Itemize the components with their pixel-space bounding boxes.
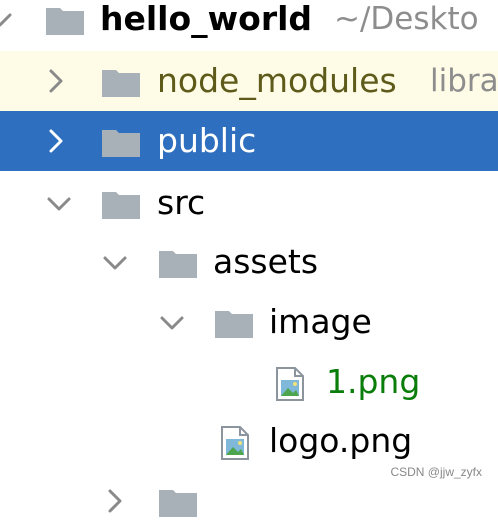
folder-icon: [98, 111, 144, 171]
image-file-icon: [212, 411, 258, 471]
tree-row-hello-world[interactable]: hello_world ~/Deskto: [0, 0, 498, 49]
image-file-icon: [267, 352, 313, 412]
chevron-right-icon[interactable]: [99, 471, 131, 531]
tree-label-assets: assets: [213, 242, 319, 281]
tree-row-public[interactable]: public: [0, 111, 498, 171]
tree-label-src: src: [157, 183, 206, 222]
chevron-down-icon[interactable]: [156, 292, 188, 352]
folder-icon: [155, 471, 201, 531]
tree-label-public: public: [157, 121, 257, 160]
tree-label-1-png: 1.png: [326, 362, 421, 401]
tree-label-hello-world: hello_world: [100, 0, 313, 38]
tree-row-assets[interactable]: assets: [0, 232, 498, 292]
path-hint: ~/Deskto: [334, 1, 479, 37]
folder-icon: [98, 173, 144, 233]
tree-label-logo-png: logo.png: [269, 421, 413, 460]
folder-icon: [98, 51, 144, 111]
folder-icon: [155, 232, 201, 292]
folder-icon: [42, 0, 88, 49]
project-tree: hello_world ~/Deskto node_modules libra …: [0, 0, 498, 490]
folder-icon: [211, 292, 257, 352]
chevron-down-icon[interactable]: [43, 173, 75, 233]
tree-label-image: image: [269, 302, 372, 341]
tree-row-image[interactable]: image: [0, 292, 498, 352]
tree-row-1-png[interactable]: 1.png: [0, 352, 498, 412]
tree-row-node-modules[interactable]: node_modules libra: [0, 51, 498, 111]
chevron-right-icon[interactable]: [40, 51, 72, 111]
chevron-down-icon[interactable]: [0, 0, 16, 49]
tree-label-node-modules: node_modules: [157, 61, 397, 100]
tree-row-src[interactable]: src: [0, 173, 498, 233]
tree-row-logo-png[interactable]: logo.png: [0, 411, 498, 471]
tree-row-partial[interactable]: [0, 471, 498, 531]
library-hint: libra: [430, 63, 498, 99]
watermark: CSDN @jjw_zyfx: [390, 465, 482, 479]
chevron-down-icon[interactable]: [99, 232, 131, 292]
chevron-right-icon[interactable]: [40, 111, 72, 171]
